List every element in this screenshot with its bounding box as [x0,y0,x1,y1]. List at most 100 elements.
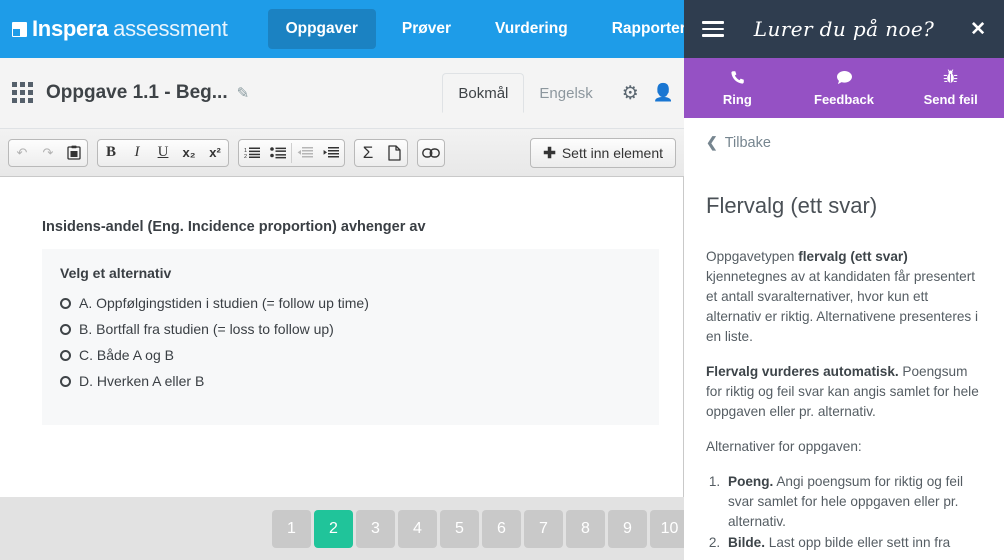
list-item-term: Poeng. [728,474,774,489]
nav-item-rapporter[interactable]: Rapporter [594,9,684,49]
pencil-icon[interactable]: ✎ [237,84,250,102]
alternatives-title: Velg et alternativ [60,265,172,281]
radio-button-icon[interactable] [60,297,71,309]
top-navigation-bar: Inspera assessment Oppgaver Prøver Vurde… [0,0,684,58]
alternatives-box: Velg et alternativ A. Oppfølgingstiden i… [42,249,659,425]
nav-item-oppgaver[interactable]: Oppgaver [267,9,376,49]
outdent-icon [297,147,313,158]
indent-icon [323,147,339,158]
page-button-8[interactable]: 8 [566,510,605,548]
chat-bubble-icon [836,70,853,89]
chevron-left-icon: ❮ [706,134,718,150]
help-paragraph-2: Flervalg vurderes automatisk. Poengsum f… [706,362,982,422]
toolbar-group-insert: Σ [354,138,408,167]
tab-engelsk[interactable]: Engelsk [524,73,607,113]
pagination: 1 2 3 4 5 6 7 8 9 10 [272,510,684,548]
page-button-7[interactable]: 7 [524,510,563,548]
plus-icon: ✚ [543,144,556,162]
radio-button-icon[interactable] [60,349,71,361]
bold-button[interactable]: B [98,140,124,166]
alternative-label: C. Både A og B [79,347,174,363]
paste-from-word-button[interactable] [61,140,87,166]
help-paragraph-3: Alternativer for oppgaven: [706,437,982,457]
formula-button[interactable]: Σ [355,140,381,166]
call-button[interactable]: Ring [684,58,791,118]
alternative-option-c[interactable]: C. Både A og B [60,347,641,363]
alternative-label: D. Hverken A eller B [79,373,205,389]
help-panel-header: Lurer du på noe? ✕ [684,0,1004,58]
svg-text:2: 2 [244,154,247,159]
outdent-button[interactable] [292,140,318,166]
toolbar-group-history: ↶ ↷ [8,138,88,167]
gear-icon[interactable]: ⚙ [622,82,639,105]
alternative-option-d[interactable]: D. Hverken A eller B [60,373,641,389]
user-icon[interactable]: 👤 [653,83,674,103]
page-button-4[interactable]: 4 [398,510,437,548]
undo-button[interactable]: ↶ [9,140,35,166]
nav-item-prover[interactable]: Prøver [384,9,469,49]
feedback-button[interactable]: Feedback [791,58,898,118]
report-bug-label: Send feil [923,92,978,107]
link-button[interactable] [418,140,444,166]
superscript-button[interactable]: x² [202,140,228,166]
page-button-5[interactable]: 5 [440,510,479,548]
hamburger-icon[interactable] [702,21,724,37]
redo-button[interactable]: ↷ [35,140,61,166]
radio-button-icon[interactable] [60,375,71,387]
underline-button[interactable]: U [150,140,176,166]
page-button-10[interactable]: 10 [650,510,684,548]
help-text-bold: flervalg (ett svar) [798,249,908,264]
help-panel-body: Flervalg (ett svar) Oppgavetypen flerval… [684,151,1004,553]
alternative-option-a[interactable]: A. Oppfølgingstiden i studien (= follow … [60,295,641,311]
back-label: Tilbake [724,134,771,151]
page-title: Oppgave 1.1 - Beg... [46,82,228,103]
clipboard-icon [67,145,81,160]
italic-button[interactable]: I [124,140,150,166]
toolbar-group-lists: 1 2 [238,138,345,167]
page-button-1[interactable]: 1 [272,510,311,548]
brand-logo[interactable]: Inspera assessment [12,16,228,42]
close-icon[interactable]: ✕ [970,20,986,39]
help-text: Alternativer for oppgaven: [706,439,862,454]
back-link[interactable]: ❮ Tilbake [684,118,1004,151]
bug-icon [943,69,958,89]
help-heading: Flervalg (ett svar) [706,193,878,218]
numbered-list-button[interactable]: 1 2 [239,140,265,166]
tab-bokmal[interactable]: Bokmål [442,73,525,113]
editor-footer: 1 2 3 4 5 6 7 8 9 10 [0,497,684,560]
toolbar-group-link [417,138,445,167]
alternative-label: B. Bortfall fra studien (= loss to follo… [79,321,334,337]
grid-menu-icon[interactable] [12,82,34,104]
insert-element-button[interactable]: ✚ Sett inn element [530,137,676,168]
subscript-button[interactable]: x₂ [176,140,202,166]
question-editor-canvas[interactable]: Insidens-andel (Eng. Incidence proportio… [0,177,684,497]
app-root: Inspera assessment Oppgaver Prøver Vurde… [0,0,1004,560]
page-button-2[interactable]: 2 [314,510,353,548]
insert-element-label: Sett inn element [561,144,663,161]
list-item-term: Bilde. [728,535,766,550]
page-button-3[interactable]: 3 [356,510,395,548]
brand-name-primary: Inspera [32,16,109,41]
bullet-list-button[interactable] [265,140,291,166]
radio-button-icon[interactable] [60,323,71,335]
language-tabs: Bokmål Engelsk [442,73,607,113]
feedback-label: Feedback [814,91,874,107]
list-item-text: Last opp bilde eller sett inn fra [765,535,951,550]
inspera-logo-icon [12,21,27,37]
question-stem: Insidens-andel (Eng. Incidence proportio… [42,219,426,235]
alternative-label: A. Oppfølgingstiden i studien (= follow … [79,295,369,311]
editor-toolbar: ↶ ↷ B I U x₂ x² 1 2 Σ ✚ Sett inn element [0,129,684,177]
nav-item-vurdering[interactable]: Vurdering [477,9,586,49]
toolbar-group-text-format: B I U x₂ x² [97,138,229,167]
document-subheader: Oppgave 1.1 - Beg... ✎ Bokmål Engelsk ⚙ … [0,58,684,129]
link-icon [422,147,440,158]
phone-icon [730,70,745,89]
page-button-6[interactable]: 6 [482,510,521,548]
report-bug-button[interactable]: Send feil [897,58,1004,118]
help-options-list: Poeng. Angi poengsum for riktig og feil … [724,472,982,553]
insert-page-button[interactable] [381,140,407,166]
help-panel-title: Lurer du på noe? [753,17,935,41]
alternative-option-b[interactable]: B. Bortfall fra studien (= loss to follo… [60,321,641,337]
page-button-9[interactable]: 9 [608,510,647,548]
indent-button[interactable] [318,140,344,166]
